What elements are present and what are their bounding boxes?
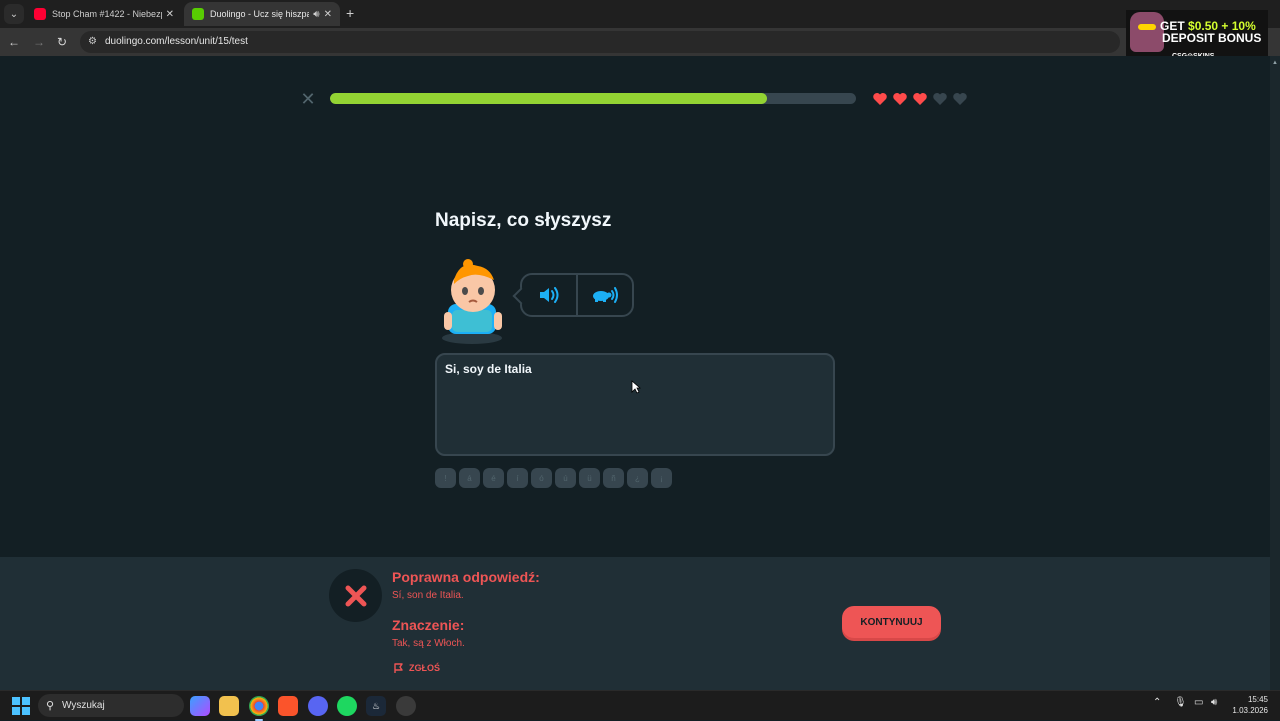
- special-char-button[interactable]: á: [459, 468, 480, 488]
- taskbar-search[interactable]: ⚲ Wyszukaj: [38, 694, 184, 717]
- close-tab-icon[interactable]: ✕: [166, 9, 174, 20]
- search-placeholder: Wyszukaj: [62, 700, 105, 711]
- special-char-button[interactable]: ú: [555, 468, 576, 488]
- hearts: [872, 91, 968, 112]
- heart-full-icon: [892, 91, 908, 112]
- report-button[interactable]: ZGŁOŚ: [393, 662, 440, 674]
- meaning-text: Tak, są z Włoch.: [392, 638, 465, 649]
- start-icon[interactable]: [12, 697, 30, 715]
- ad-subheadline: DEPOSIT BONUS: [1162, 31, 1262, 45]
- spotify-icon[interactable]: [337, 696, 357, 716]
- tab-title: Stop Cham #1422 - Niebezpiecz: [52, 9, 162, 19]
- special-characters-bar: ! á é í ó ú ü ñ ¿ ¡: [435, 468, 672, 488]
- meaning-title: Znaczenie:: [392, 617, 465, 633]
- special-char-button[interactable]: ñ: [603, 468, 624, 488]
- discord-icon[interactable]: [308, 696, 328, 716]
- special-char-button[interactable]: ¡: [651, 468, 672, 488]
- report-label: ZGŁOŚ: [409, 663, 440, 673]
- browser-tabbar: ⌄ Stop Cham #1422 - Niebezpiecz ✕ Duolin…: [0, 0, 1280, 28]
- heart-empty-icon: [932, 91, 948, 112]
- exercise-prompt: Napisz, co słyszysz: [435, 210, 612, 231]
- browser-toolbar: ← → ↻ ⚙ duolingo.com/lesson/unit/15/test: [0, 28, 1280, 56]
- clock-date: 1.03.2026: [1232, 706, 1268, 715]
- progress-fill: [330, 93, 767, 104]
- back-icon[interactable]: ←: [6, 34, 22, 50]
- app-icon[interactable]: [396, 696, 416, 716]
- search-icon: ⚲: [46, 700, 55, 712]
- feedback-panel: [0, 557, 1270, 690]
- play-slow-audio-button[interactable]: [576, 275, 632, 315]
- answer-value[interactable]: Si, soy de Italia: [445, 362, 532, 376]
- address-bar[interactable]: ⚙ duolingo.com/lesson/unit/15/test: [80, 31, 1120, 53]
- reload-icon[interactable]: ↻: [54, 34, 70, 50]
- close-lesson-icon[interactable]: ✕: [300, 90, 316, 108]
- special-char-button[interactable]: !: [435, 468, 456, 488]
- heart-empty-icon: [952, 91, 968, 112]
- windows-taskbar: ⚲ Wyszukaj ♨ ⌃ 🎙︎ ▭ 🔊︎ 15:45 1.03.2026: [0, 690, 1280, 721]
- wrong-answer-icon: [329, 569, 382, 622]
- new-tab-button[interactable]: +: [346, 5, 354, 21]
- ad-banner[interactable]: GET $0.50 + 10% DEPOSIT BONUS CSG⊙SKINS: [1126, 10, 1268, 62]
- chrome-icon[interactable]: [249, 696, 269, 721]
- scroll-up-icon[interactable]: ▲: [1272, 60, 1278, 66]
- continue-button[interactable]: KONTYNUUJ: [842, 606, 941, 638]
- answer-textarea[interactable]: Si, soy de Italia: [435, 353, 835, 456]
- play-audio-button[interactable]: [522, 275, 576, 315]
- special-char-button[interactable]: é: [483, 468, 504, 488]
- clock-time: 15:45: [1247, 695, 1268, 704]
- ad-character-image: [1130, 12, 1164, 52]
- correct-answer-text: Sí, son de Italia.: [392, 590, 464, 601]
- scrollbar[interactable]: ▲: [1270, 56, 1280, 690]
- correct-answer-title: Poprawna odpowiedź:: [392, 569, 540, 585]
- url-text[interactable]: duolingo.com/lesson/unit/15/test: [105, 36, 248, 47]
- mouse-cursor-icon: [631, 380, 641, 394]
- tab-duolingo[interactable]: Duolingo - Ucz się hiszpańs 🔊︎ ✕: [184, 2, 340, 26]
- steam-icon[interactable]: ♨: [366, 696, 386, 716]
- special-char-button[interactable]: í: [507, 468, 528, 488]
- special-char-button[interactable]: ¿: [627, 468, 648, 488]
- tray-overflow-icon[interactable]: ⌃: [1153, 697, 1161, 708]
- special-char-button[interactable]: ó: [531, 468, 552, 488]
- file-explorer-icon[interactable]: [219, 696, 239, 716]
- heart-full-icon: [872, 91, 888, 112]
- tab-title: Duolingo - Ucz się hiszpańs: [210, 9, 310, 19]
- copilot-icon[interactable]: [190, 696, 210, 716]
- close-tab-icon[interactable]: ✕: [324, 9, 332, 20]
- youtube-icon: [34, 8, 46, 20]
- audio-playing-icon[interactable]: 🔊︎: [313, 9, 319, 20]
- special-char-button[interactable]: ü: [579, 468, 600, 488]
- tab-youtube[interactable]: Stop Cham #1422 - Niebezpiecz ✕: [26, 2, 182, 26]
- site-info-icon[interactable]: ⚙: [88, 36, 100, 48]
- speaker-icon: [540, 287, 559, 303]
- forward-icon[interactable]: →: [31, 34, 47, 50]
- volume-icon[interactable]: 🔊︎: [1211, 697, 1217, 708]
- heart-full-icon: [912, 91, 928, 112]
- tab-search-button[interactable]: ⌄: [4, 4, 24, 24]
- duolingo-icon: [192, 8, 204, 20]
- lesson-progress-bar: [330, 93, 856, 104]
- brave-icon[interactable]: [278, 696, 298, 716]
- audio-bubble: [520, 273, 634, 317]
- system-clock[interactable]: 15:45 1.03.2026: [1226, 694, 1268, 716]
- turtle-slow-speaker-icon: [593, 287, 618, 303]
- network-icon[interactable]: ▭: [1194, 697, 1203, 708]
- character-avatar: [438, 258, 508, 346]
- microphone-icon[interactable]: 🎙︎: [1174, 697, 1187, 708]
- flag-icon: [394, 663, 403, 673]
